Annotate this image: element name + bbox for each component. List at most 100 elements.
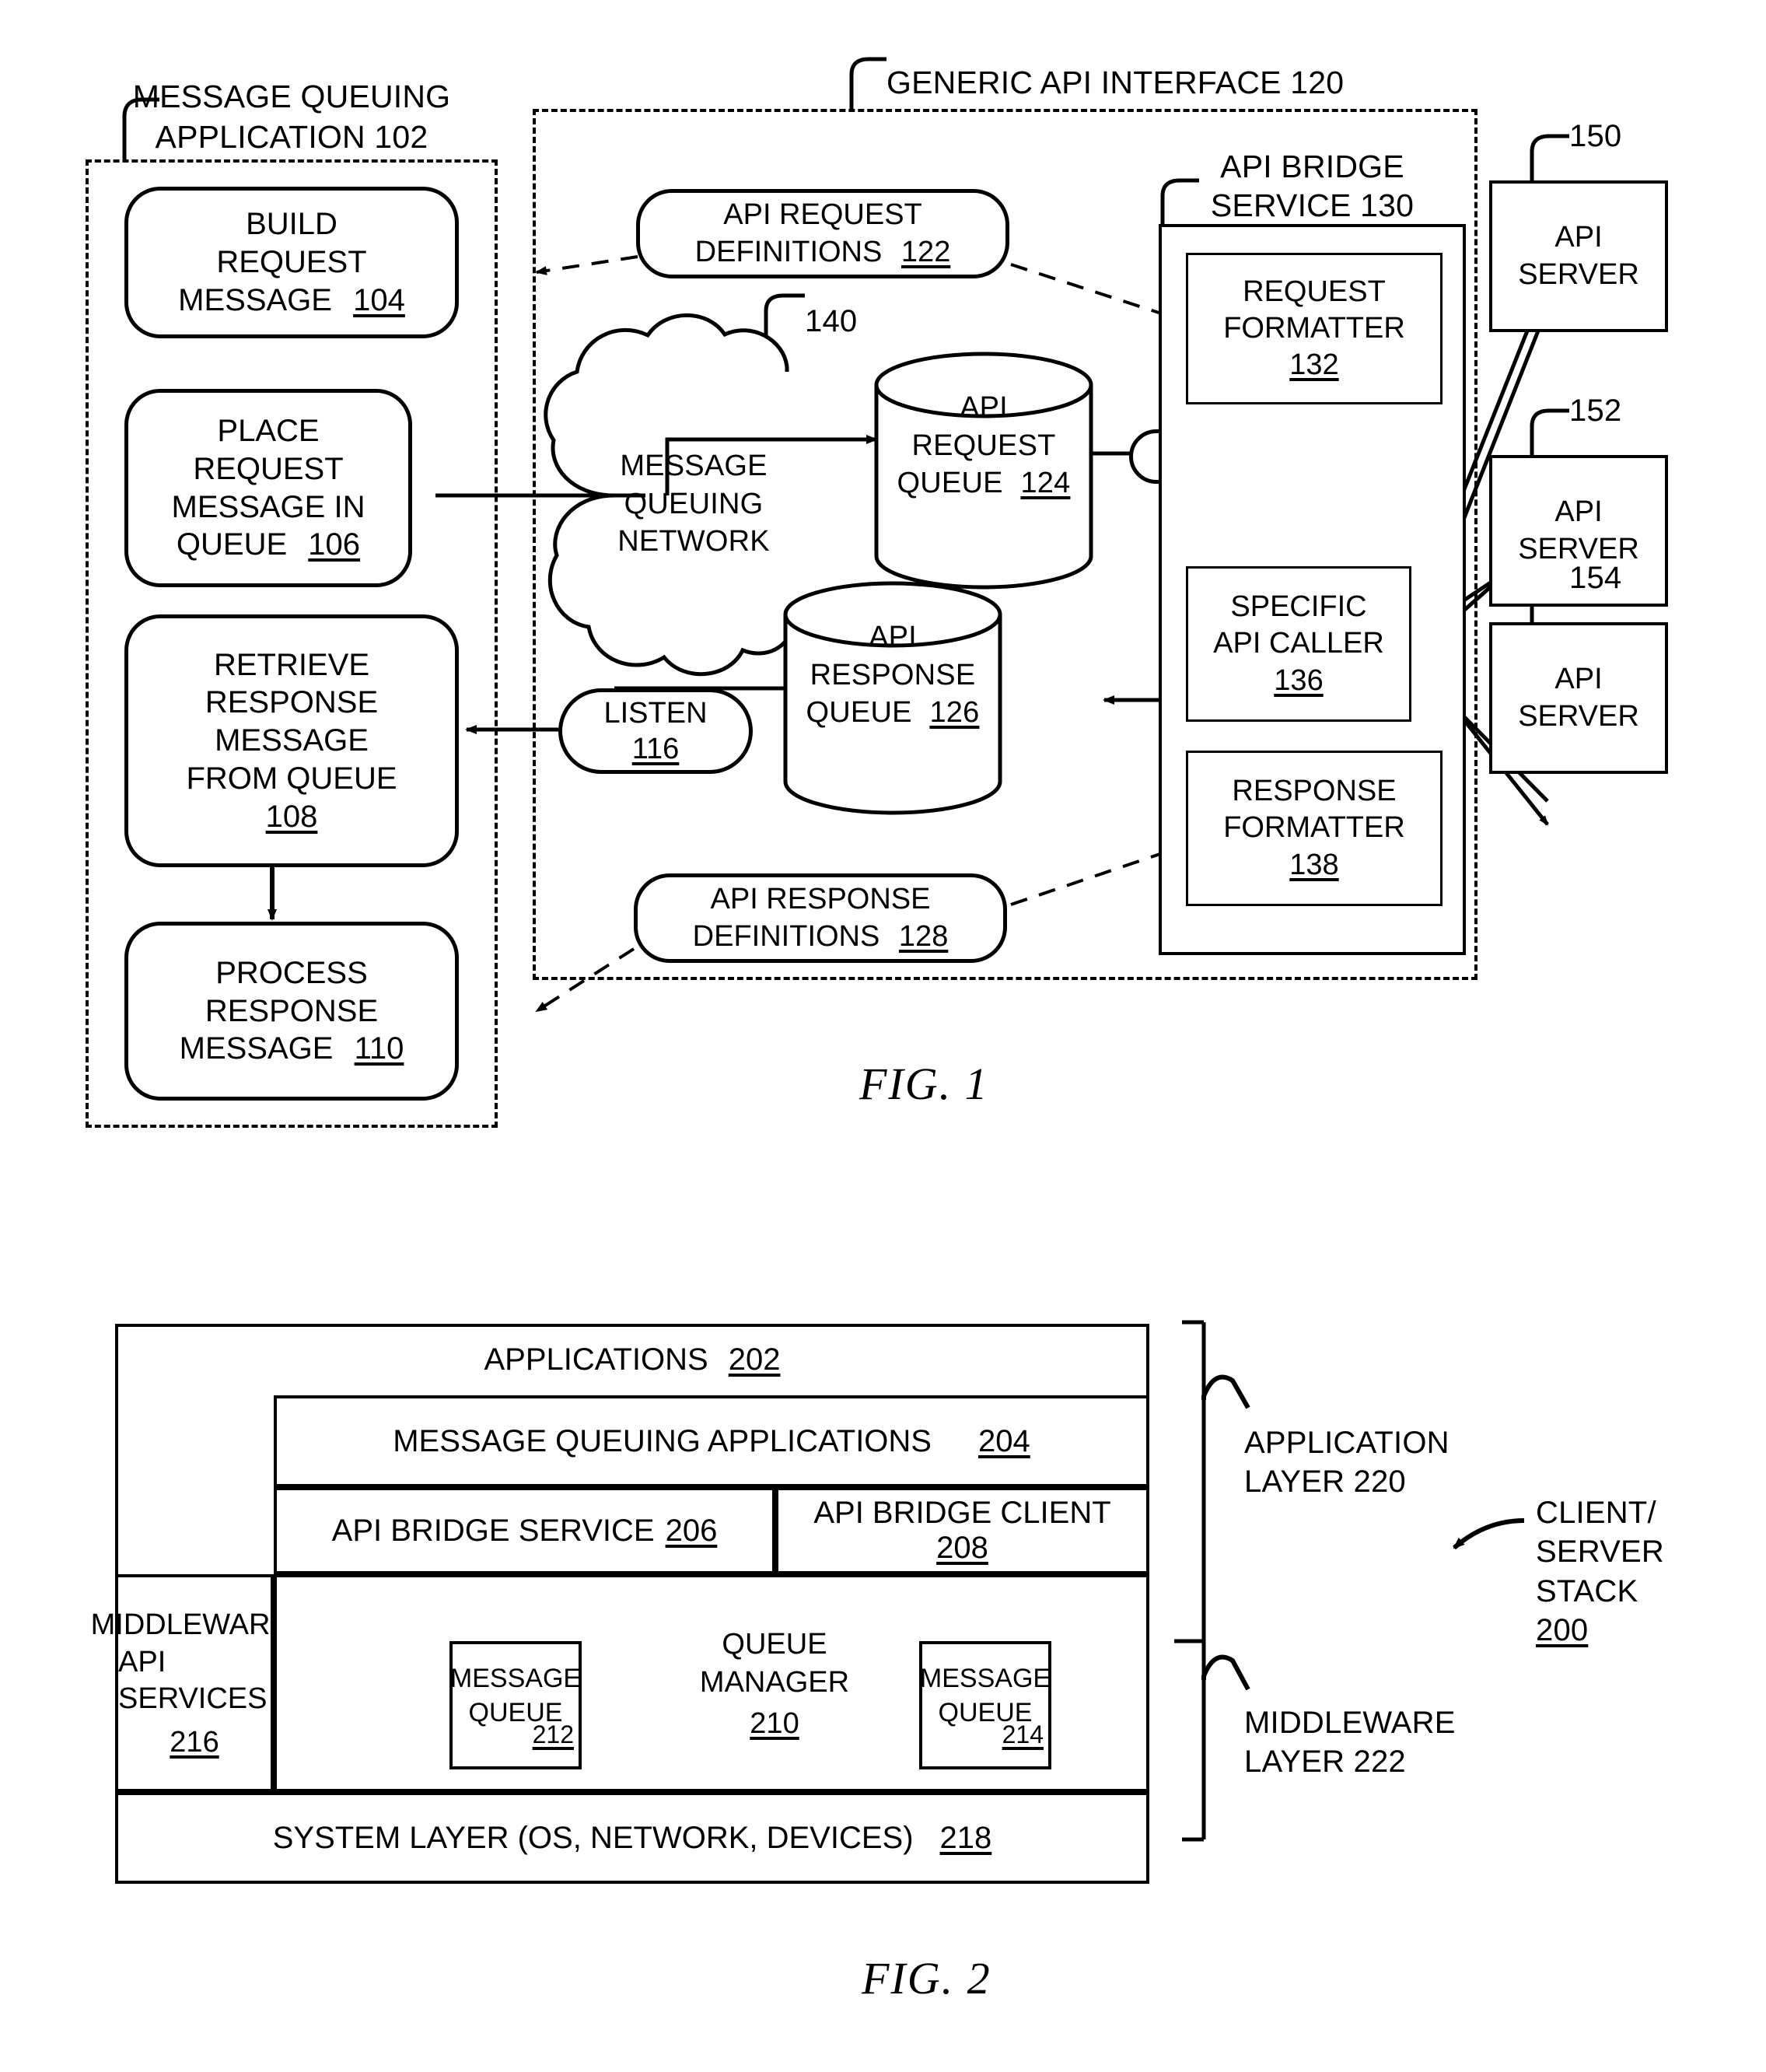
cloud-line: QUEUING bbox=[624, 487, 764, 520]
step-retrieve-response-message-from-queue: RETRIEVE RESPONSE MESSAGE FROM QUEUE 108 bbox=[124, 614, 459, 867]
step-line: MESSAGE IN bbox=[171, 489, 365, 524]
step-line: FROM QUEUE bbox=[186, 761, 397, 796]
reference-numeral: 136 bbox=[1274, 663, 1324, 697]
queue-line: REQUEST bbox=[911, 429, 1056, 462]
reference-numeral: 216 bbox=[170, 1726, 219, 1759]
reference-numeral: 108 bbox=[265, 799, 318, 834]
queue-manager-line: QUEUE bbox=[722, 1628, 827, 1661]
patent-figure-sheet: MESSAGE QUEUING APPLICATION 102 BUILD RE… bbox=[0, 0, 1766, 2072]
step-line: RESPONSE bbox=[205, 685, 379, 720]
step-build-request-message: BUILD REQUEST MESSAGE 104 bbox=[124, 187, 459, 338]
api-bridge-service-label: API BRIDGE SERVICE bbox=[331, 1513, 655, 1548]
api-server-150-numeral: 150 bbox=[1569, 119, 1622, 153]
middleware-layer-label: MIDDLEWARE LAYER 222 bbox=[1244, 1703, 1509, 1782]
api-bridge-service-206-box: API BRIDGE SERVICE 206 bbox=[274, 1487, 775, 1574]
reference-numeral: 132 bbox=[1289, 348, 1339, 382]
queue-manager-label-wrap: QUEUE MANAGER 210 bbox=[658, 1626, 891, 1741]
definition-line: DEFINITIONS bbox=[694, 235, 883, 268]
caller-line: API CALLER bbox=[1213, 627, 1384, 660]
message-queuing-network-label: MESSAGE QUEUING NETWORK bbox=[577, 447, 810, 561]
api-bridge-service-title-line2: SERVICE 130 bbox=[1210, 187, 1415, 223]
message-queue-line: MESSAGE bbox=[449, 1663, 582, 1693]
api-server-154-numeral: 154 bbox=[1569, 561, 1622, 595]
message-queue-214-box: MESSAGE QUEUE 214 bbox=[919, 1641, 1051, 1769]
reference-numeral: 104 bbox=[353, 282, 405, 317]
reference-numeral: 126 bbox=[929, 696, 980, 730]
step-line: PLACE bbox=[217, 413, 320, 448]
application-layer-label: APPLICATION LAYER 220 bbox=[1244, 1423, 1509, 1502]
reference-numeral: 128 bbox=[898, 919, 949, 953]
cloud-line: NETWORK bbox=[617, 525, 770, 558]
step-line: QUEUE bbox=[176, 527, 288, 562]
generic-api-interface-title: GENERIC API INTERFACE 120 bbox=[886, 65, 1345, 100]
server-line: SERVER bbox=[1518, 257, 1639, 291]
message-queuing-applications-box: MESSAGE QUEUING APPLICATIONS 204 bbox=[274, 1395, 1149, 1487]
applications-label: APPLICATIONS bbox=[484, 1342, 708, 1377]
application-layer-line: LAYER 220 bbox=[1244, 1465, 1406, 1500]
server-line: API bbox=[1554, 220, 1603, 254]
caller-line: SPECIFIC bbox=[1230, 590, 1367, 624]
step-line: MESSAGE bbox=[179, 1031, 334, 1066]
queue-line: API bbox=[960, 391, 1008, 424]
reference-numeral: 202 bbox=[728, 1342, 781, 1377]
reference-numeral: 122 bbox=[900, 235, 951, 268]
queue-line: QUEUE bbox=[897, 467, 1003, 500]
step-line: RESPONSE bbox=[205, 993, 379, 1028]
api-bridge-client-208-box: API BRIDGE CLIENT 208 bbox=[775, 1487, 1149, 1574]
step-line: MESSAGE bbox=[215, 723, 369, 758]
api-server-152-numeral: 152 bbox=[1569, 394, 1622, 428]
reference-numeral: 106 bbox=[308, 527, 361, 562]
queue-line: API bbox=[869, 621, 917, 653]
figure-2-caption: FIG. 2 bbox=[862, 1953, 991, 2004]
stack-line: CLIENT/ bbox=[1536, 1496, 1656, 1530]
stack-line: SERVER bbox=[1536, 1535, 1664, 1570]
queue-line: RESPONSE bbox=[810, 658, 976, 691]
message-queue-212-box: MESSAGE QUEUE 212 bbox=[449, 1641, 582, 1769]
definition-line: API RESPONSE bbox=[710, 883, 931, 915]
reference-numeral: 200 bbox=[1536, 1613, 1589, 1648]
definition-line: DEFINITIONS bbox=[692, 919, 880, 953]
system-layer-label: SYSTEM LAYER (OS, NETWORK, DEVICES) bbox=[272, 1820, 914, 1855]
application-layer-line: APPLICATION bbox=[1244, 1426, 1450, 1460]
reference-numeral: 138 bbox=[1289, 848, 1339, 881]
middleware-api-services-box: MIDDLEWARE/ API SERVICES 216 bbox=[91, 1574, 298, 1792]
system-layer-box: SYSTEM LAYER (OS, NETWORK, DEVICES) 218 bbox=[115, 1792, 1149, 1884]
server-line: SERVER bbox=[1518, 699, 1639, 733]
mq-application-title-line1: MESSAGE QUEUING bbox=[132, 79, 451, 114]
figure-1-caption: FIG. 1 bbox=[859, 1059, 989, 1109]
applications-row: APPLICATIONS 202 bbox=[115, 1324, 1149, 1395]
api-bridge-service-title-line1: API BRIDGE bbox=[1220, 149, 1404, 184]
queue-manager-line: MANAGER bbox=[699, 1665, 850, 1699]
server-line: API bbox=[1554, 495, 1603, 528]
client-server-stack-label: CLIENT/ SERVER STACK 200 bbox=[1536, 1493, 1738, 1650]
reference-numeral: 110 bbox=[354, 1031, 404, 1066]
formatter-line: FORMATTER bbox=[1223, 811, 1405, 845]
step-line: BUILD bbox=[246, 207, 337, 242]
reference-numeral: 212 bbox=[532, 1720, 574, 1749]
middleware-line: API SERVICES bbox=[118, 1645, 268, 1716]
step-process-response-message: PROCESS RESPONSE MESSAGE 110 bbox=[124, 922, 459, 1101]
reference-numeral: 206 bbox=[665, 1513, 718, 1548]
message-queuing-network-numeral: 140 bbox=[805, 304, 858, 338]
reference-numeral: 218 bbox=[939, 1820, 992, 1855]
listen-label: LISTEN bbox=[603, 696, 708, 730]
reference-numeral: 116 bbox=[631, 733, 680, 765]
formatter-line: REQUEST bbox=[1243, 275, 1386, 308]
reference-numeral: 214 bbox=[1002, 1720, 1044, 1749]
definition-line: API REQUEST bbox=[723, 198, 922, 231]
reference-numeral: 210 bbox=[750, 1707, 799, 1741]
api-response-definitions: API RESPONSE DEFINITIONS 128 bbox=[634, 873, 1007, 963]
step-line: MESSAGE bbox=[178, 282, 332, 317]
formatter-line: RESPONSE bbox=[1232, 775, 1397, 808]
message-queuing-applications-label: MESSAGE QUEUING APPLICATIONS bbox=[393, 1423, 932, 1458]
middleware-line: MIDDLEWARE/ bbox=[90, 1608, 299, 1641]
api-server-154: API SERVER bbox=[1489, 622, 1668, 774]
step-place-request-message-in-queue: PLACE REQUEST MESSAGE IN QUEUE 106 bbox=[124, 389, 412, 587]
response-formatter: RESPONSE FORMATTER 138 bbox=[1186, 751, 1443, 906]
api-server-150: API SERVER bbox=[1489, 180, 1668, 332]
server-line: API bbox=[1554, 662, 1603, 695]
message-queue-line: MESSAGE bbox=[919, 1663, 1051, 1693]
api-bridge-client-label: API BRIDGE CLIENT bbox=[813, 1496, 1111, 1530]
request-formatter: REQUEST FORMATTER 132 bbox=[1186, 253, 1443, 404]
specific-api-caller: SPECIFIC API CALLER 136 bbox=[1186, 566, 1411, 722]
